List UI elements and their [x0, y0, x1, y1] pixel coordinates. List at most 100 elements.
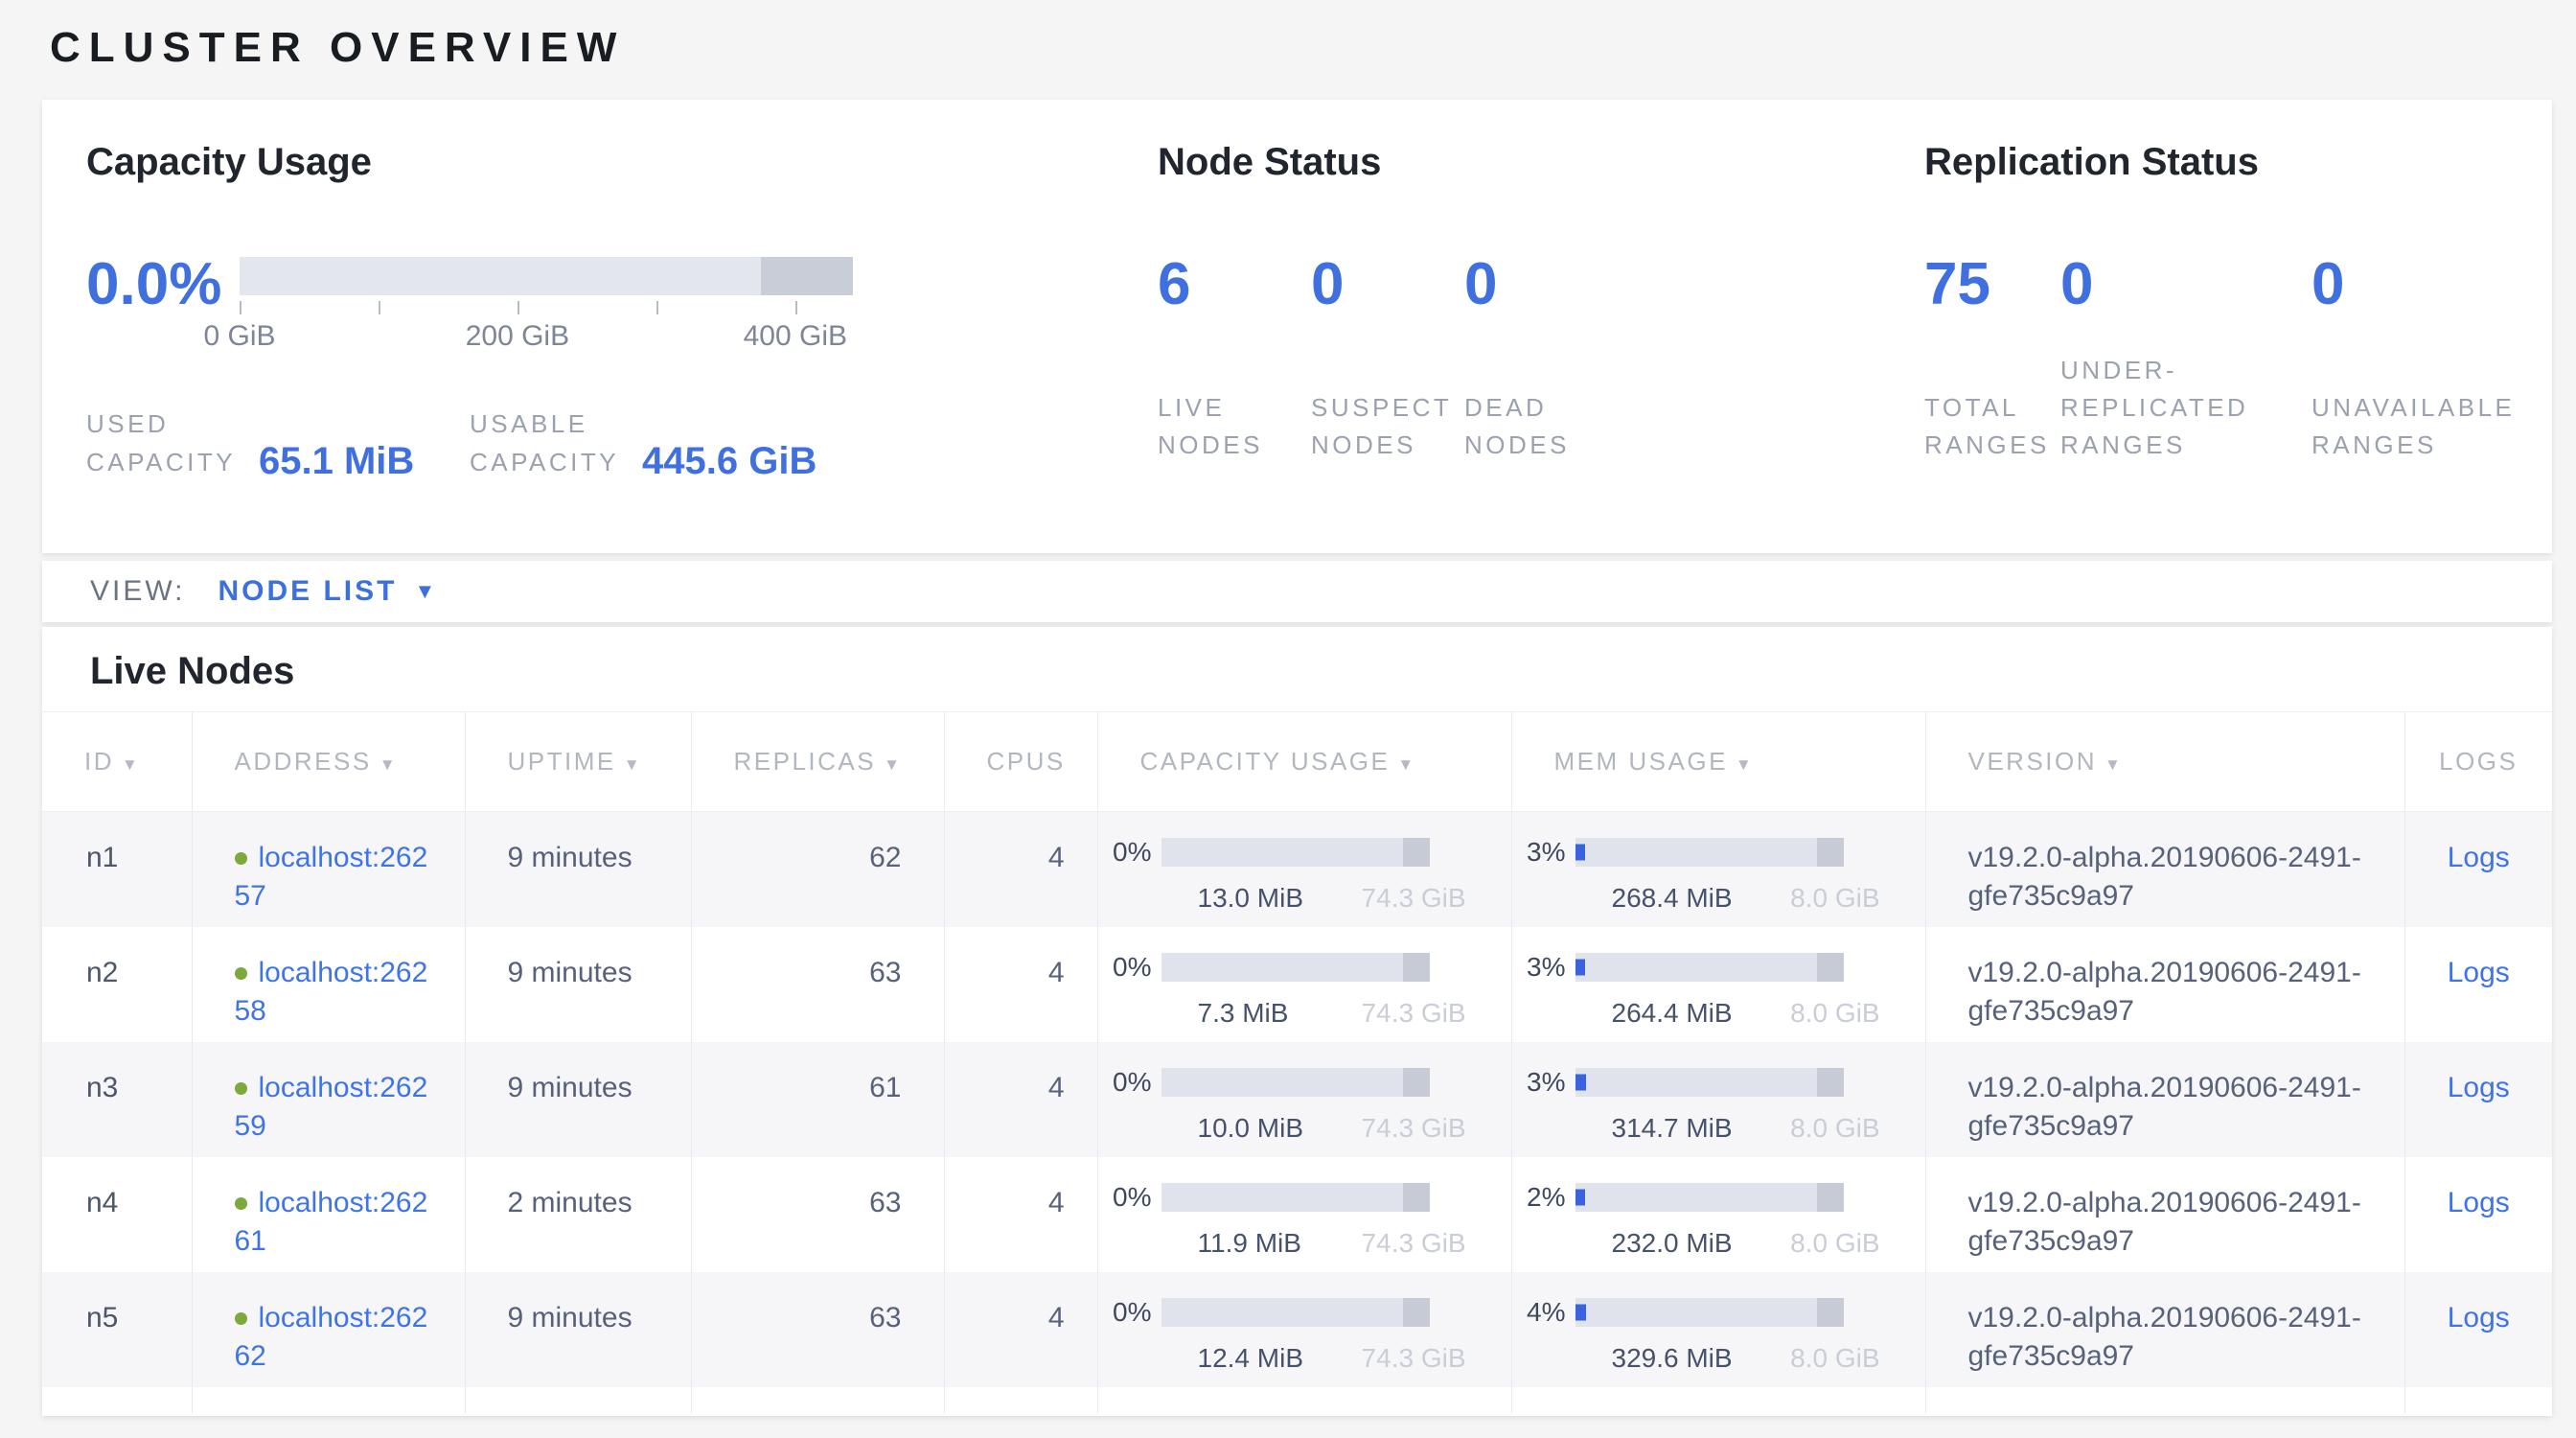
- summary-stat: 0 SUSPECT NODES: [1311, 257, 1464, 464]
- replicas-cell: 62: [691, 812, 944, 927]
- column-header-replicas[interactable]: REPLICAS▼: [691, 712, 944, 812]
- stat-value: 6: [1158, 257, 1311, 313]
- node-address-link[interactable]: localhost:26262: [235, 1302, 428, 1372]
- stat-label: SUSPECT NODES: [1311, 389, 1464, 464]
- uptime-cell: 9 minutes: [465, 1042, 691, 1157]
- summary-stat: 6 LIVE NODES: [1158, 257, 1311, 464]
- node-address-link[interactable]: localhost:26259: [235, 1072, 428, 1142]
- table-row: n2localhost:262589 minutes634 0% 7.3 MiB…: [42, 927, 2552, 1042]
- usage-meter: 3% 314.7 MiB 8.0 GiB: [1512, 1063, 1925, 1148]
- summary-stat: 75 TOTAL RANGES: [1924, 257, 2060, 464]
- usage-meter: 0% 11.9 MiB 74.3 GiB: [1098, 1178, 1511, 1263]
- usage-bar-track: [1162, 1298, 1430, 1327]
- table-row: n3localhost:262599 minutes614 0% 10.0 Mi…: [42, 1042, 2552, 1157]
- replication-status-title: Replication Status: [1924, 138, 2552, 186]
- usage-total-value: 74.3 GiB: [1362, 879, 1466, 917]
- node-address-link[interactable]: localhost:26258: [235, 957, 428, 1027]
- capacity-stats: USED CAPACITY 65.1 MiB USABLE CAPACITY 4…: [86, 405, 1158, 481]
- usable-capacity-stat: USABLE CAPACITY 445.6 GiB: [470, 405, 816, 481]
- usage-meter: 0% 12.4 MiB 74.3 GiB: [1098, 1293, 1511, 1378]
- usage-bar-track: [1576, 953, 1844, 982]
- usage-bar-track: [1162, 953, 1430, 982]
- cpus-cell: 4: [944, 1272, 1097, 1387]
- replication-status-panel: Replication Status 75 TOTAL RANGES 0 UND…: [1924, 138, 2552, 553]
- node-id-cell: n4: [42, 1157, 192, 1272]
- axis-tick: [240, 301, 242, 314]
- node-address-link[interactable]: localhost:26257: [235, 842, 428, 912]
- capacity-usage-cell: 0% 10.0 MiB 74.3 GiB: [1097, 1042, 1511, 1157]
- usage-bar-used-segment: [1576, 1304, 1586, 1320]
- memory-usage-cell: 2% 232.0 MiB 8.0 GiB: [1511, 1157, 1925, 1272]
- empty-cell: [1511, 1387, 1925, 1413]
- node-status-panel: Node Status 6 LIVE NODES 0 SUSPECT NODES…: [1158, 138, 1924, 553]
- usage-percent: 3%: [1512, 1063, 1566, 1102]
- logs-link[interactable]: Logs: [2448, 1187, 2510, 1218]
- stat-label: UNDER-REPLICATED RANGES: [2060, 352, 2312, 464]
- summary-stat: 0 UNAVAILABLE RANGES: [2312, 257, 2551, 464]
- usage-bar-track: [1576, 1298, 1844, 1327]
- column-header-version[interactable]: VERSION▼: [1925, 712, 2404, 812]
- usage-meter: 3% 268.4 MiB 8.0 GiB: [1512, 833, 1925, 917]
- used-capacity-value: 65.1 MiB: [259, 441, 414, 481]
- table-row: n4localhost:262612 minutes634 0% 11.9 Mi…: [42, 1157, 2552, 1272]
- column-header-label: VERSION: [1968, 747, 2098, 776]
- usage-percent: 3%: [1512, 833, 1566, 871]
- usage-total-value: 74.3 GiB: [1362, 1224, 1466, 1263]
- column-header-mem-usage[interactable]: MEM USAGE▼: [1511, 712, 1925, 812]
- usage-bar-used-segment: [1576, 845, 1585, 861]
- empty-cell: [42, 1387, 192, 1413]
- usage-percent: 0%: [1098, 1178, 1152, 1217]
- usage-bar-track: [1162, 838, 1430, 867]
- usable-capacity-value: 445.6 GiB: [642, 441, 816, 481]
- usage-percent: 0%: [1098, 948, 1152, 986]
- version-cell: v19.2.0-alpha.20190606-2491-gfe735c9a97: [1925, 1157, 2404, 1272]
- empty-cell: [465, 1387, 691, 1413]
- axis-tick: [656, 301, 658, 314]
- column-header-id[interactable]: ID▼: [42, 712, 192, 812]
- stat-value: 0: [1464, 257, 1618, 313]
- usage-bar-track: [1576, 1068, 1844, 1097]
- logs-link[interactable]: Logs: [2448, 957, 2510, 988]
- node-list-dropdown[interactable]: NODE LIST ▼: [218, 575, 435, 608]
- column-header-capacity-usage[interactable]: CAPACITY USAGE▼: [1097, 712, 1511, 812]
- usage-total-value: 74.3 GiB: [1362, 1339, 1466, 1378]
- stat-value: 0: [1311, 257, 1464, 313]
- table-row: n5localhost:262629 minutes634 0% 12.4 Mi…: [42, 1272, 2552, 1387]
- usage-percent: 4%: [1512, 1293, 1566, 1332]
- empty-cell: [2404, 1387, 2552, 1413]
- node-status-title: Node Status: [1158, 138, 1924, 186]
- cluster-overview-page: CLUSTER OVERVIEW Capacity Usage 0.0%: [0, 0, 2576, 1416]
- usage-bar-track: [1576, 1183, 1844, 1212]
- column-header-uptime[interactable]: UPTIME▼: [465, 712, 691, 812]
- logs-cell: Logs: [2404, 1157, 2552, 1272]
- column-header-logs: LOGS: [2404, 712, 2552, 812]
- axis-tick-label: 0 GiB: [203, 320, 275, 353]
- logs-link[interactable]: Logs: [2448, 1302, 2510, 1334]
- stat-value: 75: [1924, 257, 2060, 313]
- sort-arrow-icon: ▼: [624, 755, 642, 774]
- capacity-bar-axis-labels: 0 GiB 200 GiB 400 GiB: [240, 316, 853, 351]
- node-address-cell: localhost:26258: [192, 927, 465, 1042]
- usage-used-value: 329.6 MiB: [1612, 1339, 1733, 1378]
- usage-total-value: 8.0 GiB: [1790, 1339, 1879, 1378]
- replicas-cell: 63: [691, 927, 944, 1042]
- logs-link[interactable]: Logs: [2448, 842, 2510, 873]
- usage-bar-reserved-segment: [1403, 1068, 1430, 1097]
- cpus-cell: 4: [944, 812, 1097, 927]
- live-nodes-title: Live Nodes: [42, 627, 2552, 711]
- stat-value: 0: [2060, 257, 2312, 313]
- node-address-link[interactable]: localhost:26261: [235, 1187, 428, 1257]
- usage-bar-track: [1162, 1068, 1430, 1097]
- column-header-address[interactable]: ADDRESS▼: [192, 712, 465, 812]
- usage-percent: 2%: [1512, 1178, 1566, 1217]
- usage-used-value: 264.4 MiB: [1612, 994, 1733, 1032]
- sort-arrow-icon: ▼: [380, 755, 398, 774]
- usage-bar-reserved-segment: [1403, 953, 1430, 982]
- usage-bar-reserved-segment: [1403, 838, 1430, 867]
- logs-link[interactable]: Logs: [2448, 1072, 2510, 1103]
- usage-used-value: 11.9 MiB: [1198, 1224, 1301, 1263]
- summary-stat: 0 UNDER-REPLICATED RANGES: [2060, 257, 2312, 464]
- usage-used-value: 10.0 MiB: [1198, 1109, 1304, 1148]
- empty-cell: [691, 1387, 944, 1413]
- chevron-down-icon: ▼: [414, 579, 435, 604]
